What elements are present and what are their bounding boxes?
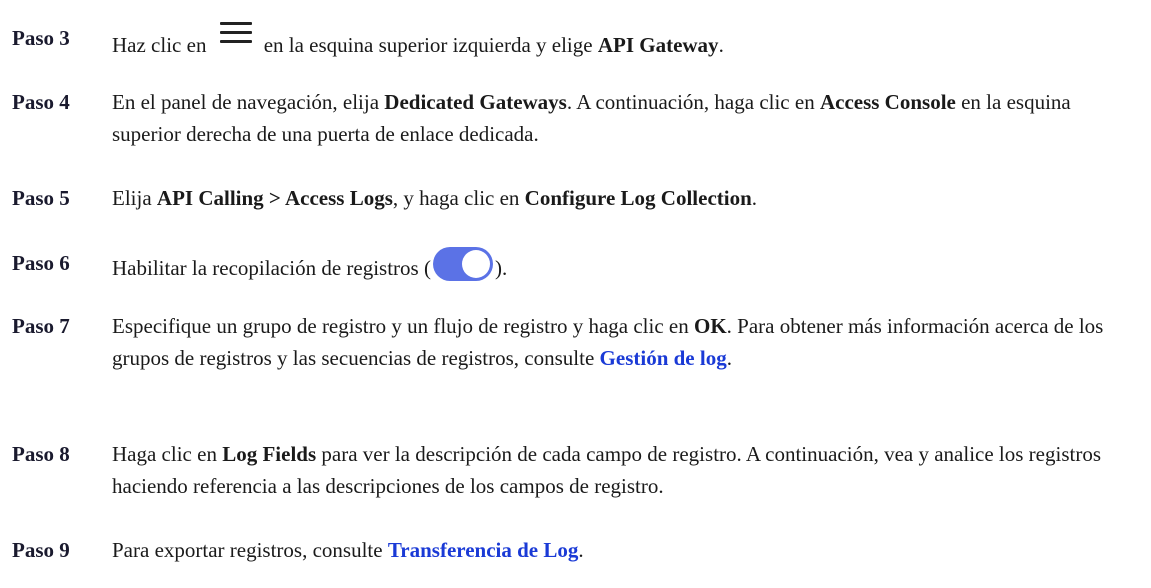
ui-term: Access Console (819, 90, 956, 114)
ui-term: Dedicated Gateways (384, 90, 567, 114)
step-text: En el panel de navegación, elija Dedicat… (112, 86, 1142, 150)
step-text-part: Especifique un grupo de registro y un fl… (112, 314, 689, 338)
step-label: Paso 4 (12, 90, 70, 114)
step-text-part: En el panel de navegación, elija (112, 90, 380, 114)
step-text: Haga clic en Log Fields para ver la desc… (112, 438, 1142, 502)
step-text-part: Haga clic en (112, 442, 217, 466)
step-text-part: Haz clic en (112, 33, 207, 57)
step-text: Habilitar la recopilación de registros (… (112, 247, 1142, 284)
step-text-part: . (751, 186, 758, 210)
step-label: Paso 5 (12, 186, 70, 210)
step-label: Paso 7 (12, 314, 70, 338)
step-text-part: . (578, 538, 584, 562)
step-text-part: , y haga clic en (392, 186, 520, 210)
transferencia-de-log-link[interactable]: Transferencia de Log (388, 538, 579, 562)
ui-term: Configure Log Collection (524, 186, 752, 210)
step-label: Paso 3 (12, 26, 70, 50)
ui-term: API Gateway (597, 33, 719, 57)
step-text: Especifique un grupo de registro y un fl… (112, 310, 1142, 374)
step-text-part: en la esquina superior izquierda y elige (263, 33, 593, 57)
gestion-de-log-link[interactable]: Gestión de log (600, 346, 727, 370)
step-text-part: . A continuación, haga clic en (566, 90, 815, 114)
step-text-part: . (726, 346, 732, 370)
ui-term: Log Fields (222, 442, 317, 466)
toggle-switch-on-icon (432, 247, 493, 281)
step-text-part: . (718, 33, 724, 57)
step-label: Paso 9 (12, 538, 70, 562)
hamburger-menu-icon (220, 22, 253, 44)
step-label: Paso 8 (12, 442, 70, 466)
step-text-part: Para exportar registros, consulte (112, 538, 383, 562)
step-text: Para exportar registros, consulte Transf… (112, 534, 1142, 566)
step-text-part: Elija (112, 186, 152, 210)
step-text: Elija API Calling > Access Logs, y haga … (112, 182, 1142, 214)
step-label: Paso 6 (12, 251, 70, 275)
step-text: Haz clic en en la esquina superior izqui… (112, 22, 1142, 61)
step-text-part: ). (494, 256, 508, 280)
step-text-part: Habilitar la recopilación de registros ( (112, 256, 431, 280)
ui-term: API Calling > Access Logs (156, 186, 393, 210)
ui-term: OK (694, 314, 727, 338)
